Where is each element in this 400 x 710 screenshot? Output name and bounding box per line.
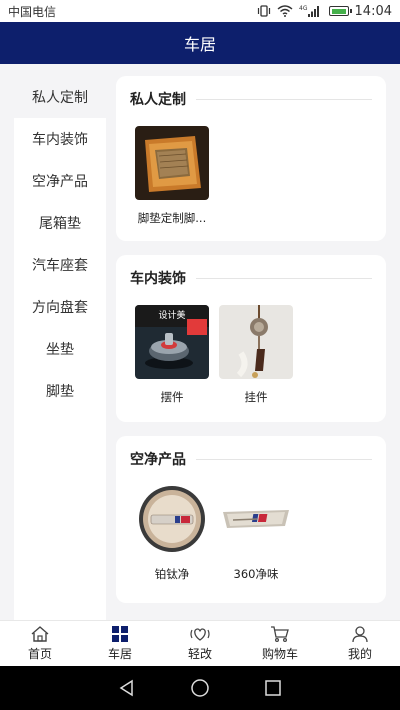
signal-icon: 4G	[299, 4, 323, 18]
sidebar-item-label: 私人定制	[32, 90, 88, 106]
divider	[196, 98, 372, 100]
nav-mine[interactable]: 我的	[320, 621, 400, 666]
nav-label: 轻改	[187, 647, 212, 661]
dashboard-ornament-image: 设计美	[135, 305, 209, 379]
section-card: 车内装饰 设计美 摆件 挂件	[116, 255, 386, 422]
home-circle-icon	[191, 679, 209, 697]
category-sidebar: 私人定制 车内装饰 空净产品 尾箱垫 汽车座套 方向盘套 坐垫 脚垫	[14, 76, 106, 622]
product-row: 铂钛净 360净味	[130, 482, 372, 582]
section-card: 私人定制 脚垫定制脚...	[116, 76, 386, 241]
sidebar-item-steering-cover[interactable]: 方向盘套	[14, 286, 106, 328]
section-title: 空净产品	[130, 452, 186, 468]
product-item[interactable]: 脚垫定制脚...	[130, 126, 214, 226]
product-row: 设计美 摆件 挂件	[130, 305, 372, 405]
sidebar-item-interior-decor[interactable]: 车内装饰	[14, 118, 106, 160]
user-icon	[352, 626, 368, 643]
home-icon	[31, 626, 49, 642]
product-name: 脚垫定制脚...	[137, 211, 207, 225]
wifi-icon	[277, 5, 293, 17]
sidebar-item-air-purifier[interactable]: 空净产品	[14, 160, 106, 202]
network-type-label: 4G	[299, 5, 308, 12]
product-item[interactable]: 设计美 摆件	[130, 305, 214, 405]
product-item[interactable]: 360净味	[214, 482, 298, 582]
cart-icon	[271, 626, 289, 643]
section-header: 空净产品	[130, 448, 372, 470]
product-item[interactable]: 挂件	[214, 305, 298, 405]
home-button[interactable]	[188, 676, 212, 700]
section-title: 车内装饰	[130, 271, 186, 287]
divider	[196, 458, 372, 460]
nav-label: 我的	[347, 647, 372, 661]
section-card: 空净产品 铂钛净 360净味	[116, 436, 386, 603]
section-header: 车内装饰	[130, 267, 372, 289]
sidebar-item-label: 汽车座套	[32, 258, 88, 274]
back-triangle-icon	[119, 679, 133, 697]
floor-mat-image	[135, 126, 209, 200]
nav-label: 车居	[107, 647, 132, 661]
section-title: 私人定制	[130, 92, 186, 108]
nav-cart[interactable]: 购物车	[240, 621, 320, 666]
sidebar-item-trunk-mat[interactable]: 尾箱垫	[14, 202, 106, 244]
vibrate-icon	[257, 5, 271, 17]
product-list: 私人定制 脚垫定制脚... 车内装饰 设计美 摆件 挂件 空净产品 铂钛净 36…	[116, 76, 386, 617]
status-bar: 中国电信 4G 14:04	[0, 0, 400, 22]
nav-label: 首页	[27, 647, 52, 661]
sidebar-item-label: 空净产品	[32, 174, 88, 190]
recents-square-icon	[265, 680, 282, 696]
recents-button[interactable]	[261, 676, 285, 700]
heart-icon	[190, 628, 210, 641]
sidebar-item-floor-mat[interactable]: 脚垫	[14, 370, 106, 412]
page-title: 车居	[183, 35, 216, 54]
nav-cheju[interactable]: 车居	[80, 621, 160, 666]
sidebar-item-seat-cover[interactable]: 汽车座套	[14, 244, 106, 286]
back-button[interactable]	[115, 676, 139, 700]
divider	[196, 277, 372, 279]
app-header: 车居	[0, 22, 400, 64]
nav-qinggai[interactable]: 轻改	[160, 621, 240, 666]
sidebar-item-private-custom[interactable]: 私人定制	[14, 76, 106, 118]
system-nav-bar	[0, 666, 400, 710]
round-air-purifier-image	[135, 482, 209, 556]
sidebar-item-label: 车内装饰	[32, 132, 88, 148]
grid-icon	[112, 626, 128, 642]
section-header: 私人定制	[130, 88, 372, 110]
battery-icon	[328, 6, 352, 16]
product-item[interactable]: 铂钛净	[130, 482, 214, 582]
hanging-pendant-image	[219, 305, 293, 379]
nav-home[interactable]: 首页	[0, 621, 80, 666]
product-banner-text: 设计美	[158, 309, 185, 321]
sidebar-item-cushion[interactable]: 坐垫	[14, 328, 106, 370]
sidebar-item-label: 尾箱垫	[39, 216, 81, 232]
product-name: 摆件	[160, 390, 184, 404]
nav-label: 购物车	[261, 647, 298, 661]
bottom-nav: 首页 车居 轻改 购物车 我的	[0, 620, 400, 666]
product-row: 脚垫定制脚...	[130, 126, 372, 226]
sidebar-item-label: 脚垫	[46, 384, 74, 400]
product-name: 挂件	[244, 390, 268, 404]
sidebar-item-label: 坐垫	[46, 342, 74, 358]
carrier-label: 中国电信	[8, 4, 57, 19]
sidebar-item-label: 方向盘套	[32, 300, 88, 316]
clock: 14:04	[354, 3, 392, 19]
status-icons: 4G 14:04	[257, 4, 392, 19]
vent-clip-freshener-image	[219, 482, 293, 556]
product-name: 铂钛净	[154, 567, 190, 581]
product-name: 360净味	[233, 567, 279, 581]
